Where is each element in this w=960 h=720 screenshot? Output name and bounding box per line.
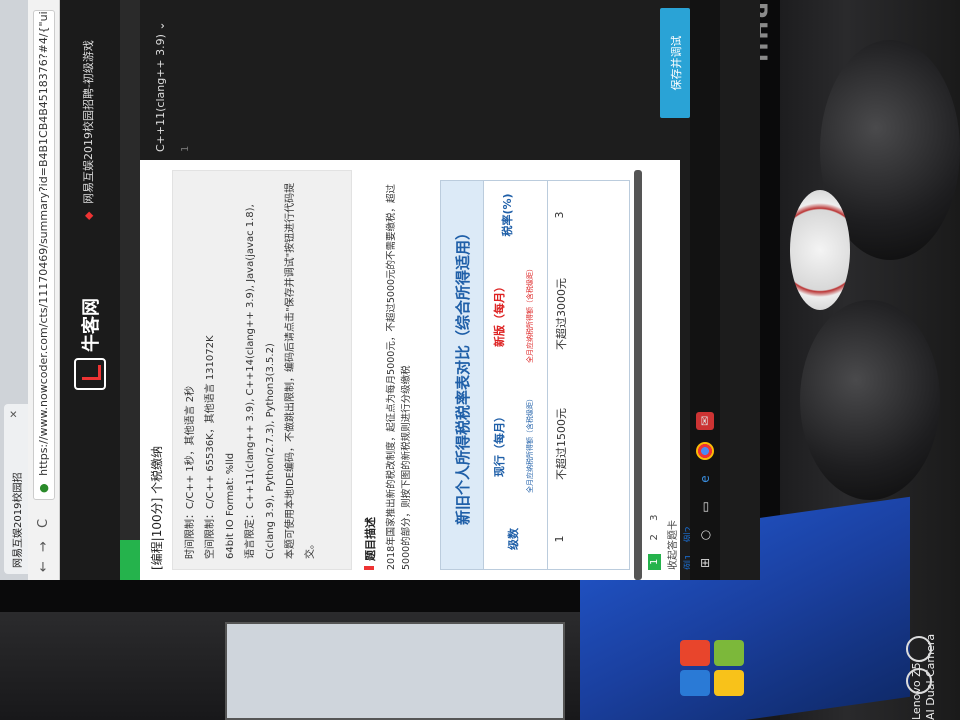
progress-strip (120, 0, 140, 580)
browser-tabbar: 网易互娱2019校园招 ✕ (0, 0, 28, 580)
col-new: 新版（每月） 全月应纳税所得额（含税级距） (485, 249, 545, 379)
editor-panel: C++11(clang++ 3.9) ⌄ 1 (140, 0, 680, 160)
col-old-label: 现行（每月） (493, 411, 506, 477)
nowcoder-logo-icon (74, 358, 106, 390)
search-icon[interactable]: ○ (696, 526, 714, 544)
chevron-down-icon: ⌄ (154, 21, 167, 31)
watermark-logo-icon (904, 636, 934, 708)
horizontal-scrollbar[interactable] (634, 170, 642, 580)
mail-icon[interactable]: ✉ (696, 412, 714, 430)
exam-banner-text: 网易互娱2019校园招聘-初级游戏 (82, 40, 95, 205)
col-rate: 税率(%) (485, 181, 545, 249)
monitor-screen: 网易互娱2019校园招 ✕ ← → C ● https://www.nowcod… (0, 0, 760, 580)
netease-icon: ◆ (82, 211, 95, 220)
col-new-label: 新版（每月） (493, 281, 506, 347)
row-new: 不超过3000元 (555, 278, 568, 350)
page-1-button[interactable]: 1 (648, 553, 661, 570)
line-number: 1 (180, 145, 191, 152)
col-old-sub: 全月应纳税所得额（含税级距） (526, 395, 534, 493)
back-button[interactable]: ← (36, 561, 51, 572)
time-limit: 时间限制：C/C++ 1秒，其他语言 2秒 (185, 385, 196, 559)
question-pager: 1 2 3 (648, 505, 661, 570)
col-old: 现行（每月） 全月应纳税所得额（含税级距） (485, 379, 545, 509)
page-2-button[interactable]: 2 (649, 534, 660, 540)
camera-lens (800, 300, 940, 500)
tax-table-title: 新旧个人所得税税率表对比（综合所得适用） (441, 181, 483, 569)
limits-box: 时间限制：C/C++ 1秒，其他语言 2秒 空间限制：C/C++ 65536K，… (172, 170, 352, 570)
col-level: 级数 (485, 509, 545, 569)
row-old: 不超过1500元 (555, 408, 568, 480)
url-text: https://www.nowcoder.com/cts/11170469/su… (37, 10, 50, 476)
close-icon[interactable]: ✕ (9, 410, 20, 418)
exam-banner: ◆ 网易互娱2019校园招聘-初级游戏 (80, 40, 96, 220)
task-view-icon[interactable]: ▭ (696, 498, 714, 516)
problem-title: [编程|100分] 个税缴纳 (150, 445, 164, 570)
address-bar: ← → C ● https://www.nowcoder.com/cts/111… (28, 0, 60, 580)
browser-tab-title: 网易互娱2019校园招 (13, 472, 24, 568)
row-rate: 3 (553, 211, 566, 219)
start-icon[interactable]: ⊞ (696, 554, 714, 572)
save-and-debug-button[interactable]: 保存并调试 (660, 8, 690, 118)
progress-bar (120, 540, 140, 580)
page-3-button[interactable]: 3 (649, 515, 660, 521)
lock-icon: ● (37, 483, 50, 493)
site-header: 牛客网 ◆ 网易互娱2019校园招聘-初级游戏 (60, 0, 120, 580)
col-rate-label: 税率(%) (501, 193, 514, 237)
collapse-answer-card[interactable]: 收起答题卡 (664, 520, 679, 570)
section-title: 题目描述 (362, 517, 378, 570)
site-logo-text: 牛客网 (81, 298, 102, 352)
language-limit: 语言限定：C++11(clang++ 3.9), C++14(clang++ 3… (245, 204, 276, 559)
col-level-label: 级数 (507, 528, 520, 550)
row-level: 1 (553, 535, 566, 543)
io-format: 64bit IO Format: %lld (225, 452, 236, 559)
col-new-sub: 全月应纳税所得额（含税级距） (526, 265, 534, 363)
forward-button[interactable]: → (36, 541, 51, 552)
laptop-screen (225, 622, 565, 720)
chrome-icon[interactable] (696, 442, 714, 460)
browser-tab[interactable]: 网易互娱2019校园招 ✕ (4, 404, 28, 574)
photo-scene: PHIL Lenovo Z5 AI Dual Camera 网易互娱2019校园… (0, 0, 960, 720)
language-select[interactable]: C++11(clang++ 3.9) ⌄ (154, 12, 167, 152)
language-value: C++11(clang++ 3.9) (154, 34, 167, 152)
windows-taskbar: ⊞ ○ ▭ e ✉ (690, 0, 720, 580)
cup (790, 190, 850, 310)
reload-button[interactable]: C (36, 519, 51, 528)
site-logo[interactable]: 牛客网 (72, 298, 108, 390)
windows-logo-icon (680, 640, 750, 700)
url-field[interactable]: ● https://www.nowcoder.com/cts/11170469/… (33, 10, 55, 500)
edge-icon[interactable]: e (696, 470, 714, 488)
problem-description: 2018年国家推出新的税改制度，起征点为每月5000元，不超过5000元的不需要… (386, 183, 412, 570)
tax-table: 新旧个人所得税税率表对比（综合所得适用） 级数 现行（每月） 全月应纳税所得额（… (440, 180, 630, 570)
memory-limit: 空间限制：C/C++ 65536K，其他语言 131072K (205, 335, 216, 559)
ide-note: 本题可使用本地IDE编码，不做跳出限制，编码后请点击"保存并调试"按钮进行代码提… (285, 182, 316, 559)
problem-panel: [编程|100分] 个税缴纳 时间限制：C/C++ 1秒，其他语言 2秒 空间限… (140, 160, 695, 580)
